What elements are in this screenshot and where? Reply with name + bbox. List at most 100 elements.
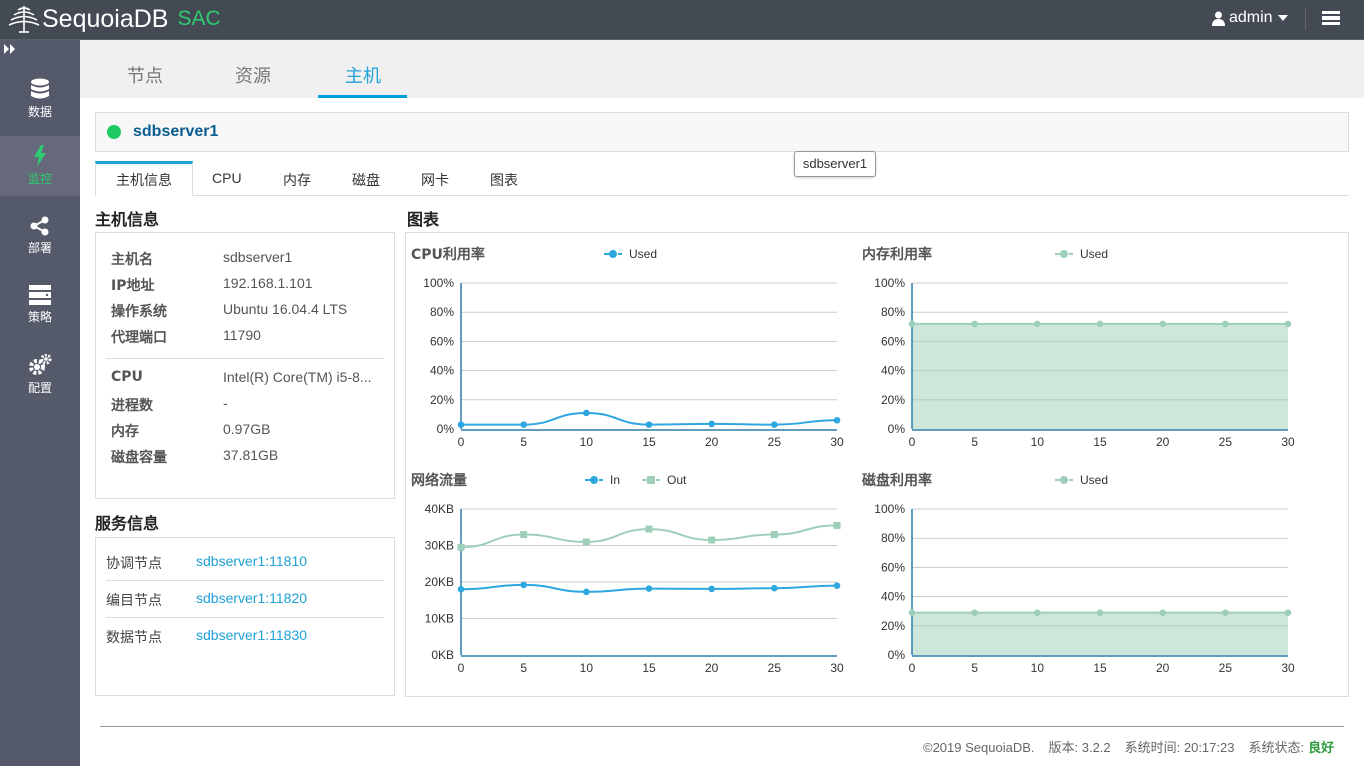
chart-legend-marker [647,476,655,484]
chart-x-tick-label: 10 [1031,661,1045,675]
chart-x-tick-label: 30 [1281,435,1295,449]
charts-canvas: CPU利用率0%20%40%60%80%100%0 5 10 15 20 25 30Used… [411,246,1295,675]
chart-point [771,421,778,428]
chart-point [1222,609,1229,616]
chart-point [833,521,841,529]
chart-y-tick-label: 80% [881,531,905,545]
chart-x-tick-label: 20 [1156,661,1170,675]
chart-x-tick-label: 0 [458,435,465,449]
chart-y-tick-label: 100% [874,276,905,290]
chart-title: 网络流量 [411,472,467,489]
chart-x-tick-label: 25 [1219,661,1233,675]
footer-status-label: 系统状态: [1248,740,1305,755]
chart-y-tick-label: 60% [881,560,905,574]
chart-x-tick-label: 25 [1219,435,1233,449]
chart-point [520,581,527,589]
footer-copyright: ©2019 SequoiaDB. [923,740,1035,755]
chart-y-tick-label: 80% [430,305,454,319]
chart-x-tick-label: 10 [580,661,594,675]
chart-point [1096,609,1104,616]
chart-x-tick-label: 20 [1156,435,1170,449]
chart-title: 磁盘利用率 [862,472,932,489]
chart-x-tick-label: 0 [458,661,465,675]
chart-y-tick-label: 20KB [425,575,454,589]
chart-legend-label: Out [667,473,687,487]
chart-x-tick-label: 15 [642,435,656,449]
chart-legend-label: Used [1080,473,1108,487]
chart-x-tick-label: 0 [909,435,916,449]
chart-x-tick-label: 15 [1093,661,1107,675]
chart-point [1284,609,1292,616]
chart-point [645,525,653,533]
chart-x-tick-label: 20 [705,661,719,675]
chart-legend-label: Used [629,247,657,261]
chart-point [520,531,528,539]
chart-x-tick-label: 25 [768,661,782,675]
chart-title: 内存利用率 [862,246,932,263]
chart-point [770,531,778,539]
chart-point [771,584,778,592]
chart-x-tick-label: 5 [520,661,527,675]
chart-x-tick-label: 15 [1093,435,1107,449]
chart-point [583,409,590,417]
chart-y-tick-label: 60% [430,334,454,348]
chart-point [971,609,978,616]
chart-point [1222,320,1229,328]
chart-point [1284,320,1292,328]
chart-y-tick-label: 20% [881,619,905,633]
footer-time: 系统时间: 20:17:23 [1124,740,1235,755]
chart-x-tick-label: 30 [830,661,844,675]
chart-legend-marker [1060,250,1068,258]
chart-title: CPU利用率 [411,246,485,263]
chart-point [833,582,841,589]
chart-point [645,585,653,592]
chart-point [583,588,590,596]
chart-point [908,320,916,328]
chart-x-tick-label: 5 [971,661,978,675]
chart-point [708,536,716,544]
footer: ©2019 SequoiaDB. 版本: 3.2.2 系统时间: 20:17:23 系… [923,737,1334,756]
chart-x-tick-label: 15 [642,661,656,675]
chart-y-tick-label: 100% [423,276,454,290]
chart-x-tick-label: 30 [1281,661,1295,675]
chart-point [645,421,653,428]
chart-x-tick-label: 10 [1031,435,1045,449]
chart-x-tick-label: 25 [768,435,782,449]
chart-x-tick-label: 20 [705,435,719,449]
chart-x-tick-label: 30 [830,435,844,449]
chart-point [582,538,590,546]
chart-y-tick-label: 0% [888,648,906,662]
chart-point [1034,320,1041,328]
chart-point [908,609,916,616]
chart-y-tick-label: 0% [437,422,455,436]
chart-point [1096,320,1104,328]
chart-point [1159,320,1166,328]
chart-y-tick-label: 20% [430,393,454,407]
chart-point [520,421,527,428]
chart-y-tick-label: 0% [888,422,906,436]
chart-y-tick-label: 40% [881,364,905,378]
chart-y-tick-label: 40% [430,364,454,378]
footer-divider [100,726,1344,727]
chart-y-tick-label: 10KB [425,612,454,626]
chart-y-tick-label: 30KB [425,539,454,553]
footer-status: 良好 [1308,740,1335,755]
footer-version: 版本: 3.2.2 [1048,740,1111,755]
chart-point [1159,609,1166,616]
chart-legend-label: Used [1080,247,1108,261]
chart-point [833,416,841,424]
chart-area-fill [912,323,1288,429]
chart-y-tick-label: 100% [874,502,905,516]
chart-x-tick-label: 0 [909,661,916,675]
chart-point [1034,609,1041,616]
chart-y-tick-label: 80% [881,305,905,319]
chart-area-fill [912,612,1288,655]
chart-point [457,586,465,593]
chart-point [708,420,715,428]
chart-y-tick-label: 60% [881,334,905,348]
chart-legend-marker [590,476,598,484]
chart-legend-label: In [610,473,620,487]
chart-point [457,543,465,551]
chart-point [457,421,465,428]
chart-legend-marker [609,250,617,258]
